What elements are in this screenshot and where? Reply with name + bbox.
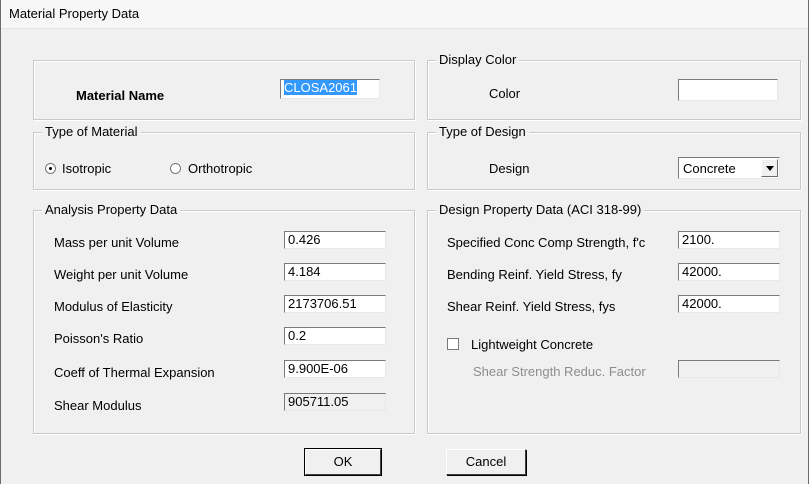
cancel-button[interactable]: Cancel [446, 449, 526, 475]
bending-yield-stress-label: Bending Reinf. Yield Stress, fy [447, 267, 622, 282]
window-title: Material Property Data [9, 6, 140, 21]
material-property-dialog: Material Property Data Material Name CLO… [0, 0, 809, 484]
design-select[interactable]: Concrete [678, 157, 780, 179]
title-bar[interactable]: Material Property Data [1, 0, 808, 29]
design-label: Design [489, 161, 530, 176]
design-property-legend: Design Property Data (ACI 318-99) [436, 202, 645, 217]
type-of-material-group: Type of Material Isotropic Orthotropic [33, 124, 415, 190]
design-select-value: Concrete [683, 161, 736, 176]
mass-per-volume-input[interactable]: 0.426 [284, 231, 386, 249]
lightweight-concrete-label[interactable]: Lightweight Concrete [471, 337, 593, 352]
radio-dot-icon [49, 167, 52, 170]
color-swatch[interactable] [678, 79, 778, 101]
shear-yield-stress-label: Shear Reinf. Yield Stress, fys [447, 299, 616, 314]
shear-modulus-label: Shear Modulus [54, 398, 142, 413]
color-label: Color [489, 86, 521, 101]
thermal-expansion-input[interactable]: 9.900E-06 [284, 360, 386, 378]
display-color-group: Display Color Color [427, 52, 801, 120]
modulus-of-elasticity-input[interactable]: 2173706.51 [284, 295, 386, 313]
poissons-ratio-label: Poisson's Ratio [54, 331, 144, 346]
dropdown-arrow-icon[interactable] [761, 159, 778, 177]
weight-per-volume-input[interactable]: 4.184 [284, 263, 386, 281]
material-name-label: Material Name [76, 88, 165, 103]
orthotropic-label[interactable]: Orthotropic [188, 161, 252, 176]
weight-per-volume-label: Weight per unit Volume [54, 267, 189, 282]
ok-button[interactable]: OK [304, 448, 382, 476]
material-name-input[interactable]: CLOSA2061 [280, 79, 380, 99]
modulus-of-elasticity-label: Modulus of Elasticity [54, 299, 173, 314]
type-of-material-legend: Type of Material [42, 124, 141, 139]
analysis-property-group: Analysis Property Data Mass per unit Vol… [33, 202, 415, 434]
design-property-group: Design Property Data (ACI 318-99) Specif… [427, 202, 801, 434]
poissons-ratio-input[interactable]: 0.2 [284, 327, 386, 345]
display-color-legend: Display Color [436, 52, 520, 67]
analysis-property-legend: Analysis Property Data [42, 202, 181, 217]
material-name-group: Material Name CLOSA2061 [33, 60, 415, 120]
conc-comp-strength-label: Specified Conc Comp Strength, f'c [447, 235, 646, 250]
shear-yield-stress-input[interactable]: 42000. [678, 295, 780, 313]
isotropic-radio[interactable] [45, 163, 56, 174]
type-of-design-legend: Type of Design [436, 124, 529, 139]
isotropic-label[interactable]: Isotropic [62, 161, 111, 176]
type-of-design-group: Type of Design Design Concrete [427, 124, 801, 190]
mass-per-volume-label: Mass per unit Volume [54, 235, 180, 250]
shear-strength-reduc-label: Shear Strength Reduc. Factor [473, 364, 646, 379]
lightweight-concrete-checkbox[interactable] [447, 338, 459, 350]
thermal-expansion-label: Coeff of Thermal Expansion [54, 365, 215, 380]
bending-yield-stress-input[interactable]: 42000. [678, 263, 780, 281]
conc-comp-strength-input[interactable]: 2100. [678, 231, 780, 249]
shear-strength-reduc-input [678, 360, 780, 378]
shear-modulus-value: 905711.05 [284, 393, 386, 411]
orthotropic-radio[interactable] [170, 163, 181, 174]
